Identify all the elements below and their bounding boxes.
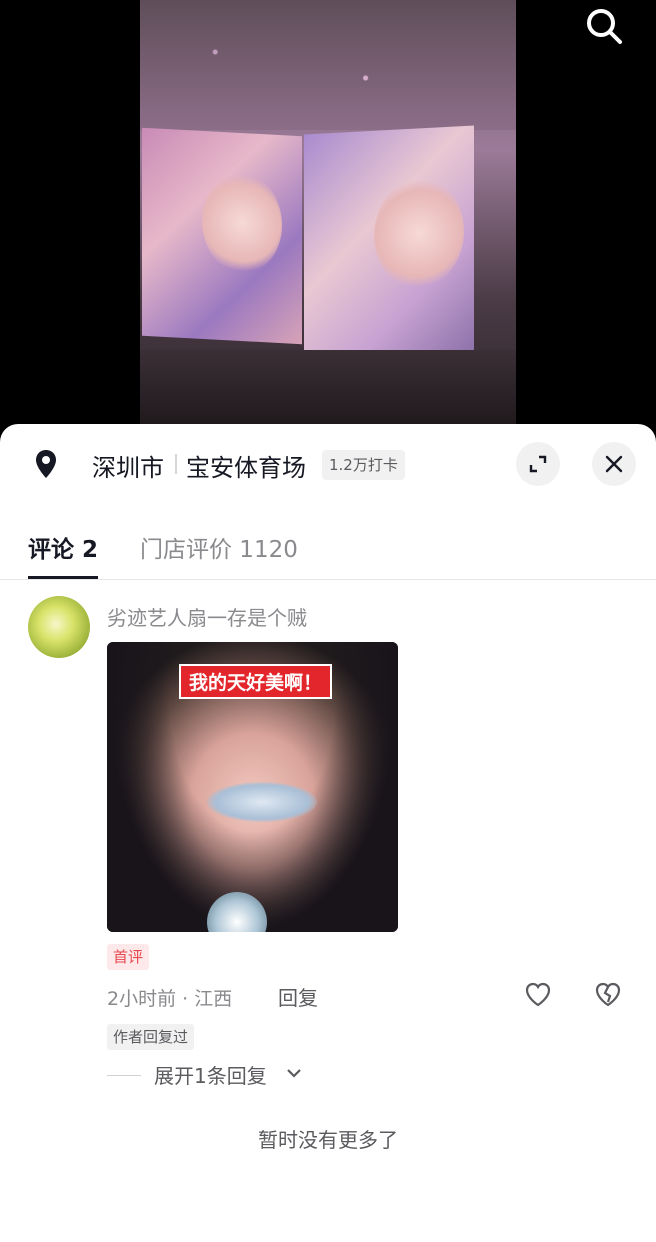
location-separator — [175, 454, 177, 474]
author-replied-tag: 作者回复过 — [107, 1024, 195, 1050]
crowd-background — [140, 0, 516, 130]
checkin-count-badge: 1.2万打卡 — [322, 450, 405, 480]
tab-store-reviews[interactable]: 门店评价 1120 — [140, 530, 298, 564]
comment-username[interactable]: 劣迹艺人扇一存是个贼 — [107, 602, 307, 631]
comment-image[interactable]: 我的天好美啊！ — [107, 642, 398, 932]
search-icon — [587, 9, 622, 44]
location-pin-icon — [36, 450, 56, 478]
active-tab-indicator — [28, 576, 98, 579]
avatar[interactable] — [28, 596, 90, 658]
expand-icon — [529, 455, 547, 473]
location-header: 深圳市 宝安体育场 1.2万打卡 — [0, 442, 656, 490]
video-player[interactable] — [0, 0, 656, 440]
divider-line — [107, 1075, 141, 1076]
stage-screen-left — [142, 127, 302, 345]
close-icon — [605, 455, 623, 473]
broken-heart-icon[interactable] — [592, 978, 624, 1010]
expand-replies-button[interactable]: 展开1条回复 — [154, 1060, 267, 1089]
concert-video-frame — [140, 0, 516, 430]
comment-time-location: 2小时前 · 江西 — [107, 988, 233, 1010]
location-venue[interactable]: 宝安体育场 — [186, 448, 306, 483]
chevron-down-icon[interactable] — [284, 1063, 304, 1083]
reply-button[interactable]: 回复 — [278, 982, 318, 1011]
first-comment-tag: 首评 — [107, 944, 150, 970]
stage-floor — [140, 350, 516, 430]
image-caption: 我的天好美啊！ — [179, 664, 333, 699]
close-button[interactable] — [592, 442, 636, 486]
expand-button[interactable] — [516, 442, 560, 486]
heart-icon[interactable] — [522, 978, 554, 1010]
location-sheet: 深圳市 宝安体育场 1.2万打卡 评论 2 门店评价 1120 劣迹艺人扇一存是… — [0, 424, 656, 1242]
location-city[interactable]: 深圳市 — [92, 448, 164, 483]
no-more-content-label: 暂时没有更多了 — [258, 1128, 398, 1152]
search-button[interactable] — [582, 4, 626, 48]
stage-screen-right — [304, 125, 474, 367]
image-face-highlight — [207, 782, 317, 822]
tab-comments[interactable]: 评论 2 — [28, 530, 98, 564]
tab-bar: 评论 2 门店评价 1120 — [0, 524, 656, 580]
